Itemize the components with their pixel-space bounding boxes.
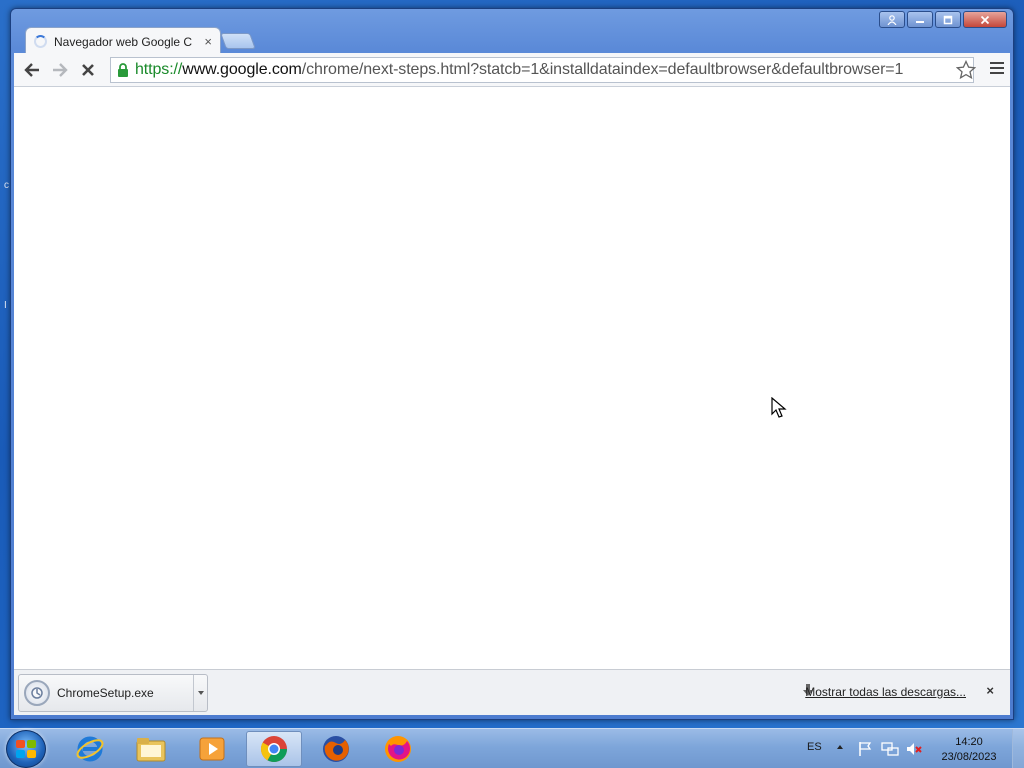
menu-bar-icon <box>990 67 1004 69</box>
windows-logo-icon <box>16 740 25 748</box>
clock-time: 14:20 <box>955 736 983 748</box>
minimize-button[interactable] <box>907 11 933 28</box>
forward-arrow-icon <box>53 62 68 77</box>
clock[interactable]: 14:20 23/08/2023 <box>934 735 1004 765</box>
back-arrow-icon <box>24 62 39 77</box>
menu-bar-icon <box>990 72 1004 74</box>
taskbar-internet-explorer[interactable] <box>62 731 118 767</box>
volume-muted-icon[interactable] <box>905 741 923 762</box>
windows-logo-icon <box>27 750 36 758</box>
taskbar-media-player[interactable] <box>184 731 240 767</box>
taskbar-file-explorer[interactable] <box>123 731 179 767</box>
download-options-button[interactable] <box>193 675 207 711</box>
close-icon <box>980 15 990 24</box>
clock-date: 23/08/2023 <box>941 751 997 763</box>
url-text: https://www.google.com/chrome/next-steps… <box>135 61 903 79</box>
network-icon[interactable] <box>881 741 899 762</box>
internet-explorer-icon <box>76 736 104 762</box>
desktop-glyph: I <box>4 300 7 311</box>
installer-icon <box>24 680 50 706</box>
maximize-button[interactable] <box>935 11 961 28</box>
star-icon <box>955 59 977 80</box>
download-shelf: ChromeSetup.exe Mostrar todas las descar… <box>14 669 1010 715</box>
show-all-downloads-link[interactable]: Mostrar todas las descargas... <box>805 685 966 699</box>
chevron-up-icon <box>837 745 843 749</box>
stop-button[interactable] <box>74 56 102 84</box>
language-indicator[interactable]: ES <box>807 741 822 753</box>
tab-title: Navegador web Google C <box>54 34 192 49</box>
folder-icon <box>136 738 166 762</box>
forward-button[interactable] <box>46 56 74 84</box>
action-center-flag-icon[interactable] <box>857 741 873 762</box>
windows-logo-icon <box>16 750 25 758</box>
browser-window: Navegador web Google C × https://www.goo… <box>10 8 1014 720</box>
download-item[interactable]: ChromeSetup.exe <box>18 674 208 712</box>
chrome-icon <box>260 736 288 763</box>
new-tab-button[interactable] <box>220 33 256 49</box>
firefox-icon <box>323 736 349 762</box>
close-shelf-button[interactable]: × <box>986 683 994 698</box>
profile-icon <box>887 14 897 25</box>
close-window-button[interactable] <box>963 11 1007 28</box>
mouse-cursor-icon <box>771 396 787 424</box>
tab-active[interactable]: Navegador web Google C × <box>25 27 221 55</box>
desktop-glyph: c <box>4 180 9 191</box>
url-host: www.google.com <box>182 61 302 78</box>
menu-bar-icon <box>990 62 1004 64</box>
windows-logo-icon <box>27 740 36 748</box>
toolbar: https://www.google.com/chrome/next-steps… <box>14 53 1010 87</box>
maximize-icon <box>943 15 953 24</box>
url-scheme: https:// <box>135 61 183 78</box>
download-file-name: ChromeSetup.exe <box>57 686 154 700</box>
chrome-menu-button[interactable] <box>990 62 1004 77</box>
back-button[interactable] <box>18 56 46 84</box>
start-button[interactable] <box>6 730 46 768</box>
firefox-icon <box>385 736 411 762</box>
media-player-icon <box>199 737 225 761</box>
taskbar: ES 14:20 23/08/2023 <box>0 728 1024 768</box>
chevron-down-icon <box>197 691 204 695</box>
taskbar-firefox-alt[interactable] <box>370 731 426 767</box>
taskbar-firefox[interactable] <box>308 731 364 767</box>
loading-spinner-icon <box>34 35 47 48</box>
lock-icon <box>118 63 128 77</box>
address-bar[interactable]: https://www.google.com/chrome/next-steps… <box>110 57 974 83</box>
tab-close-button[interactable]: × <box>204 34 212 49</box>
show-desktop-button[interactable] <box>1012 729 1024 768</box>
profile-button[interactable] <box>879 11 905 28</box>
show-hidden-icons-button[interactable] <box>836 743 844 752</box>
url-path: /chrome/next-steps.html?statcb=1&install… <box>301 61 904 78</box>
stop-x-icon <box>82 63 94 76</box>
taskbar-chrome[interactable] <box>246 731 302 767</box>
minimize-icon <box>916 20 924 23</box>
window-controls <box>879 11 1007 28</box>
page-content[interactable] <box>14 87 1010 669</box>
